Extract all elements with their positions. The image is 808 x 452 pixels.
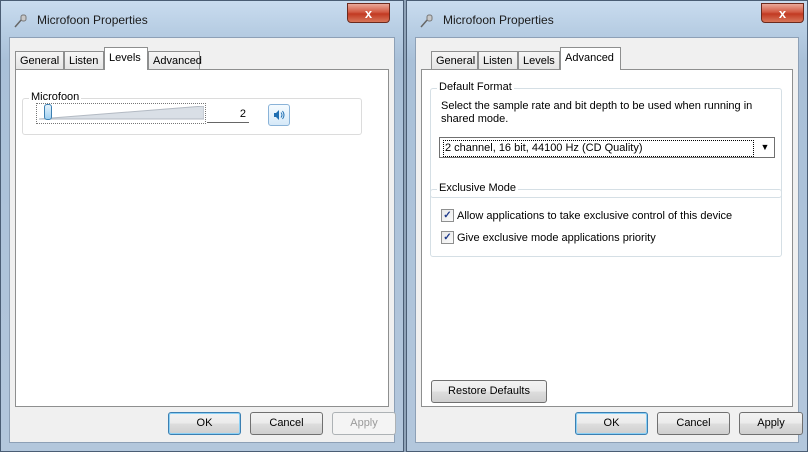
tab-advanced[interactable]: Advanced [560,47,621,70]
sample-rate-selected: 2 channel, 16 bit, 44100 Hz (CD Quality) [443,140,754,157]
cancel-button[interactable]: Cancel [657,412,730,435]
group-label-exclusive-mode: Exclusive Mode [437,182,519,194]
ok-button[interactable]: OK [575,412,648,435]
window-title: Microfoon Properties [37,13,148,27]
speaker-icon [272,108,286,125]
exclusive-priority-option[interactable]: ✓ Give exclusive mode applications priori… [441,231,656,247]
close-button[interactable]: x [347,3,390,23]
microfoon-group: Microfoon 2 [22,91,362,135]
tab-general[interactable]: General [431,51,478,70]
exclusive-control-label[interactable]: Allow applications to take exclusive con… [457,210,732,222]
level-value-box[interactable]: 2 [207,106,249,123]
exclusive-control-checkbox[interactable]: ✓ [441,209,454,222]
advanced-tab-panel: Default Format Select the sample rate an… [421,69,793,407]
level-slider[interactable] [39,106,204,122]
apply-button[interactable]: Apply [332,412,396,435]
exclusive-mode-group: Exclusive Mode ✓ Allow applications to ta… [430,182,782,257]
tab-levels[interactable]: Levels [104,47,148,70]
tab-advanced[interactable]: Advanced [148,51,202,70]
microphone-icon [13,13,29,29]
tab-listen[interactable]: Listen [478,51,518,70]
level-value: 2 [239,108,246,120]
tab-general[interactable]: General [15,51,64,70]
level-slider-thumb[interactable] [44,104,53,120]
ok-button[interactable]: OK [168,412,241,435]
apply-button[interactable]: Apply [739,412,803,435]
window-title: Microfoon Properties [443,13,554,27]
levels-dialog-window: Microfoon Properties x General Listen Le… [0,0,404,452]
default-format-description: Select the sample rate and bit depth to … [441,100,753,125]
exclusive-priority-label[interactable]: Give exclusive mode applications priorit… [457,232,656,244]
microphone-icon [419,13,435,29]
sample-rate-select[interactable]: 2 channel, 16 bit, 44100 Hz (CD Quality)… [439,137,775,158]
title-bar[interactable]: Microfoon Properties x [1,1,403,37]
levels-tab-panel: Microfoon 2 [15,69,389,407]
cancel-button[interactable]: Cancel [250,412,323,435]
close-button[interactable]: x [761,3,804,23]
exclusive-priority-checkbox[interactable]: ✓ [441,231,454,244]
mute-toggle-button[interactable] [268,104,290,126]
group-label-default-format: Default Format [437,81,514,93]
title-bar[interactable]: Microfoon Properties x [407,1,807,37]
exclusive-control-option[interactable]: ✓ Allow applications to take exclusive co… [441,209,732,225]
tab-levels[interactable]: Levels [518,51,560,70]
chevron-down-icon: ▼ [760,142,770,152]
dialog-client-area: General Listen Levels Advanced Default F… [415,37,803,443]
advanced-dialog-window: Microfoon Properties x General Listen Le… [406,0,808,452]
restore-defaults-button[interactable]: Restore Defaults [431,380,547,403]
group-label-microfoon: Microfoon [29,91,82,103]
tab-listen[interactable]: Listen [64,51,104,70]
dialog-client-area: General Listen Levels Advanced Microfoon… [9,37,396,443]
